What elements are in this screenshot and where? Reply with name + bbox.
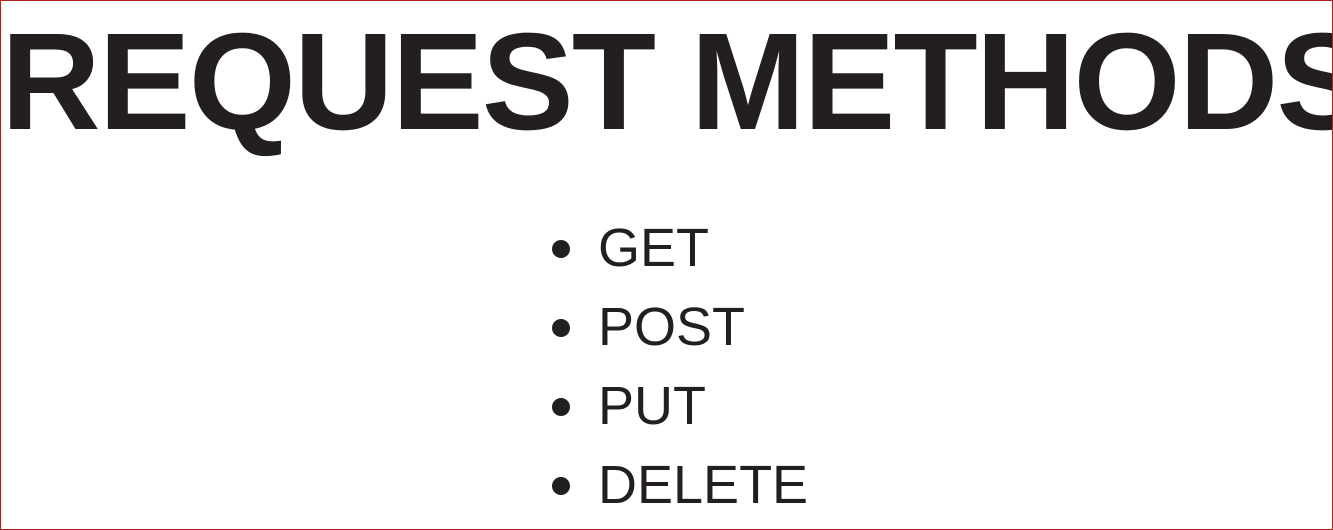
list-item-get: GET [547,209,808,288]
method-label: DELETE [598,455,809,515]
list-item-post: POST [547,288,808,367]
method-label: POST [598,297,746,357]
method-label: GET [598,218,710,278]
page-title: REQUEST METHODS [1,5,1333,159]
list-item-delete: DELETE [547,446,808,525]
bullet-icon [552,239,570,258]
list-item-put: PUT [547,367,808,446]
slide-frame: REQUEST METHODS GET POST PUT DELETE [0,0,1333,530]
bullet-icon [552,397,570,416]
method-label: PUT [598,376,706,436]
bullet-icon [552,318,570,337]
bullet-icon [552,476,570,495]
methods-list: GET POST PUT DELETE [547,209,808,525]
